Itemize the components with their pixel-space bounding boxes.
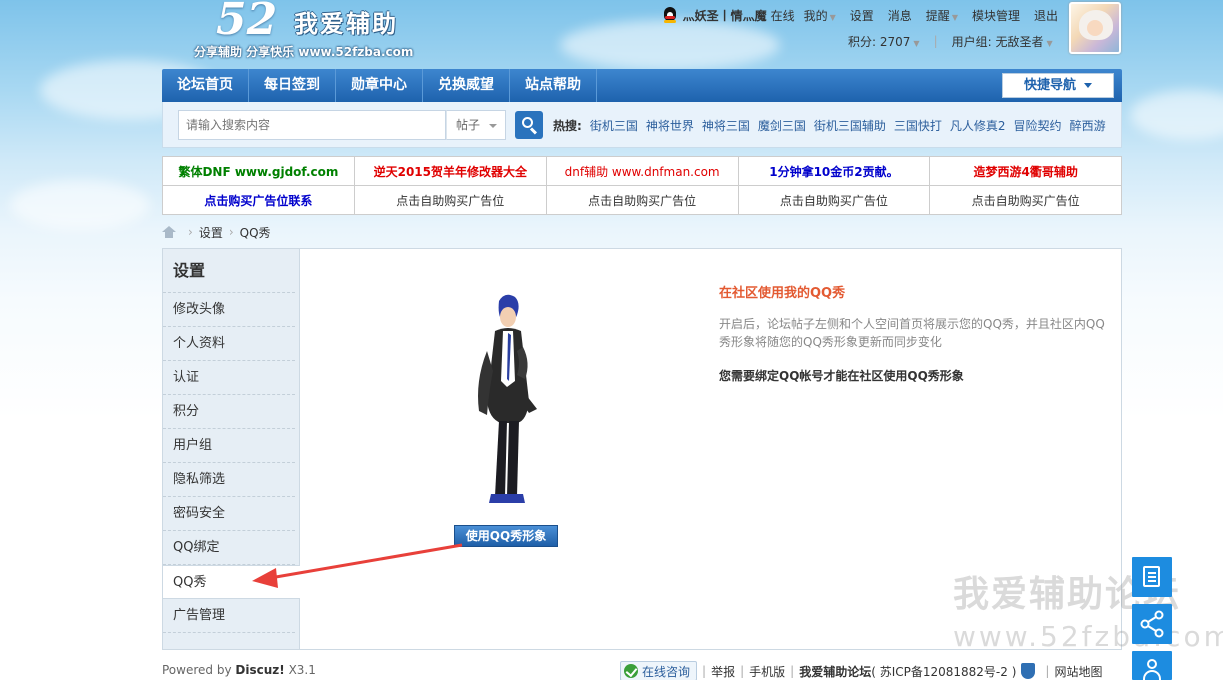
sidebar-item-qq-bind[interactable]: QQ绑定 [163,531,295,565]
user-avatar[interactable] [1069,2,1121,54]
settings-link[interactable]: 设置 [845,7,879,24]
chevron-down-icon: ▼ [1046,38,1053,48]
chevron-down-icon: ▼ [951,12,958,22]
ad-row: 繁体DNF www.gjdof.com 逆天2015贺羊年修改器大全 dnf辅助… [162,156,1122,186]
username-link[interactable]: 灬妖圣丨情灬魔 [683,7,767,24]
hot-search-link[interactable]: 冒险契约 [1014,117,1062,134]
settings-sidebar: 设置 修改头像 个人资料 认证 积分 用户组 隐私筛选 密码安全 QQ绑定 QQ… [163,249,300,649]
shield-icon[interactable] [1021,663,1036,679]
ad-link[interactable]: 繁体DNF www.gjdof.com [162,156,355,186]
float-user-button[interactable] [1132,651,1172,680]
sidebar-item-profile[interactable]: 个人资料 [163,327,295,361]
float-share-button[interactable] [1132,604,1172,644]
share-icon [1140,610,1164,638]
main-nav: 论坛首页 每日签到 勋章中心 兑换威望 站点帮助 快捷导航 [162,69,1122,102]
hot-search-link[interactable]: 街机三国辅助 [814,117,886,134]
mobile-link[interactable]: 手机版 [749,663,785,680]
nav-item-home[interactable]: 论坛首页 [162,69,249,102]
online-status: 在线 [770,8,795,23]
sidebar-item-ads[interactable]: 广告管理 [163,599,295,633]
icp-link[interactable]: ( 苏ICP备12081882号-2 ) [871,663,1016,680]
sidebar-item-verify[interactable]: 认证 [163,361,295,395]
ad-link[interactable]: 点击购买广告位联系 [162,185,355,215]
sidebar-item-points[interactable]: 积分 [163,395,295,429]
document-icon [1143,566,1160,587]
chevron-down-icon: ▼ [829,12,836,22]
online-consult-button[interactable]: 在线咨询 [620,661,698,680]
ad-link[interactable]: 点击自助购买广告位 [737,185,931,215]
home-icon[interactable] [162,226,176,238]
qq-show-description: 开启后，论坛帖子左侧和个人空间首页将展示您的QQ秀，并且社区内QQ秀形象将随您的… [719,317,1105,349]
nav-item-exchange[interactable]: 兑换威望 [423,69,510,102]
site-name-link[interactable]: 我爱辅助论坛 [799,663,871,680]
search-input[interactable] [178,110,446,140]
ad-link[interactable]: 造梦西游4衢哥辅助 [929,156,1122,186]
search-type-select[interactable]: 帖子 [446,110,506,140]
sidebar-item-privacy[interactable]: 隐私筛选 [163,463,295,497]
logo-slogan: 分享辅助 分享快乐 www.52fzba.com [194,45,414,59]
online-icon [624,664,638,678]
nav-item-medals[interactable]: 勋章中心 [336,69,423,102]
user-icon [1143,659,1161,680]
breadcrumb-current: QQ秀 [239,225,271,240]
logo-number: 52 [216,0,278,45]
points-link[interactable]: 积分: 2707 ▼ [848,33,920,50]
user-toolbar: 灬妖圣丨情灬魔 在线 我的 ▼ 设置 消息 提醒 ▼ 模块管理 退出 [663,6,1063,24]
powered-by: Powered by Discuz! X3.1 [162,663,316,677]
ad-link[interactable]: 逆天2015贺羊年修改器大全 [353,156,547,186]
nav-item-help[interactable]: 站点帮助 [510,69,597,102]
sidebar-item-password[interactable]: 密码安全 [163,497,295,531]
module-manage-link[interactable]: 模块管理 [967,7,1025,24]
qq-bind-notice: 您需要绑定QQ帐号才能在社区使用QQ秀形象 [719,369,964,383]
user-stats: 积分: 2707 ▼ | 用户组: 无敌圣者 ▼ [848,33,1053,50]
hot-search-label: 热搜: [553,119,582,133]
sidebar-item-usergroup[interactable]: 用户组 [163,429,295,463]
ad-table: 繁体DNF www.gjdof.com 逆天2015贺羊年修改器大全 dnf辅助… [162,156,1122,215]
sidebar-item-avatar[interactable]: 修改头像 [163,293,295,327]
discuz-link[interactable]: Discuz! [235,663,284,677]
hot-search-link[interactable]: 醉西游 [1070,117,1106,134]
ad-link[interactable]: 点击自助购买广告位 [353,185,547,215]
qq-icon [663,7,677,23]
breadcrumb: › 设置 › QQ秀 [162,222,271,242]
footer-links: 在线咨询 | 举报 | 手机版 | 我爱辅助论坛 ( 苏ICP备12081882… [620,661,1102,680]
logo-name: 我爱辅助 [294,10,398,38]
messages-link[interactable]: 消息 [883,7,917,24]
nav-item-checkin[interactable]: 每日签到 [249,69,336,102]
qq-show-heading: 在社区使用我的QQ秀 [719,286,846,301]
usergroup-link[interactable]: 用户组: 无敌圣者 ▼ [952,33,1053,50]
hot-search-link[interactable]: 魔剑三国 [758,117,806,134]
quick-nav-button[interactable]: 快捷导航 [1002,73,1114,98]
sidebar-item-qq-show[interactable]: QQ秀 [163,565,300,599]
hot-search-link[interactable]: 神将世界 [646,117,694,134]
use-qq-show-button[interactable]: 使用QQ秀形象 [454,525,558,547]
logout-link[interactable]: 退出 [1029,7,1063,24]
search-button[interactable] [515,111,543,139]
ad-link[interactable]: 1分钟拿10金币2贡献。 [737,156,931,186]
hot-search-link[interactable]: 街机三国 [590,117,638,134]
chevron-down-icon [1084,83,1092,88]
report-link[interactable]: 举报 [711,663,735,680]
float-feedback-button[interactable] [1132,557,1172,597]
chevron-down-icon [489,124,497,128]
chevron-down-icon: ▼ [913,38,920,48]
sidebar-title: 设置 [163,249,295,293]
breadcrumb-settings[interactable]: 设置 [199,224,223,241]
ad-link[interactable]: 点击自助购买广告位 [545,185,739,215]
hot-search-link[interactable]: 三国快打 [894,117,942,134]
site-logo[interactable]: 52 我爱辅助 分享辅助 分享快乐 www.52fzba.com [192,0,442,62]
ad-link[interactable]: 点击自助购买广告位 [929,185,1122,215]
watermark-url: www.52fzba.com [953,620,1223,653]
my-menu-link[interactable]: 我的 ▼ [799,7,841,24]
notifications-link[interactable]: 提醒 ▼ [921,7,963,24]
ad-row: 点击购买广告位联系 点击自助购买广告位 点击自助购买广告位 点击自助购买广告位 … [162,185,1122,215]
hot-searches: 热搜: 街机三国 神将世界 神将三国 魔剑三国 街机三国辅助 三国快打 凡人修真… [553,117,1106,134]
ad-link[interactable]: dnf辅助 www.dnfman.com [545,156,739,186]
search-bar: 帖子 热搜: 街机三国 神将世界 神将三国 魔剑三国 街机三国辅助 三国快打 凡… [162,102,1122,148]
hot-search-link[interactable]: 神将三国 [702,117,750,134]
sitemap-link[interactable]: 网站地图 [1054,663,1102,680]
qq-show-avatar-figure [478,294,537,503]
hot-search-link[interactable]: 凡人修真2 [950,117,1006,134]
